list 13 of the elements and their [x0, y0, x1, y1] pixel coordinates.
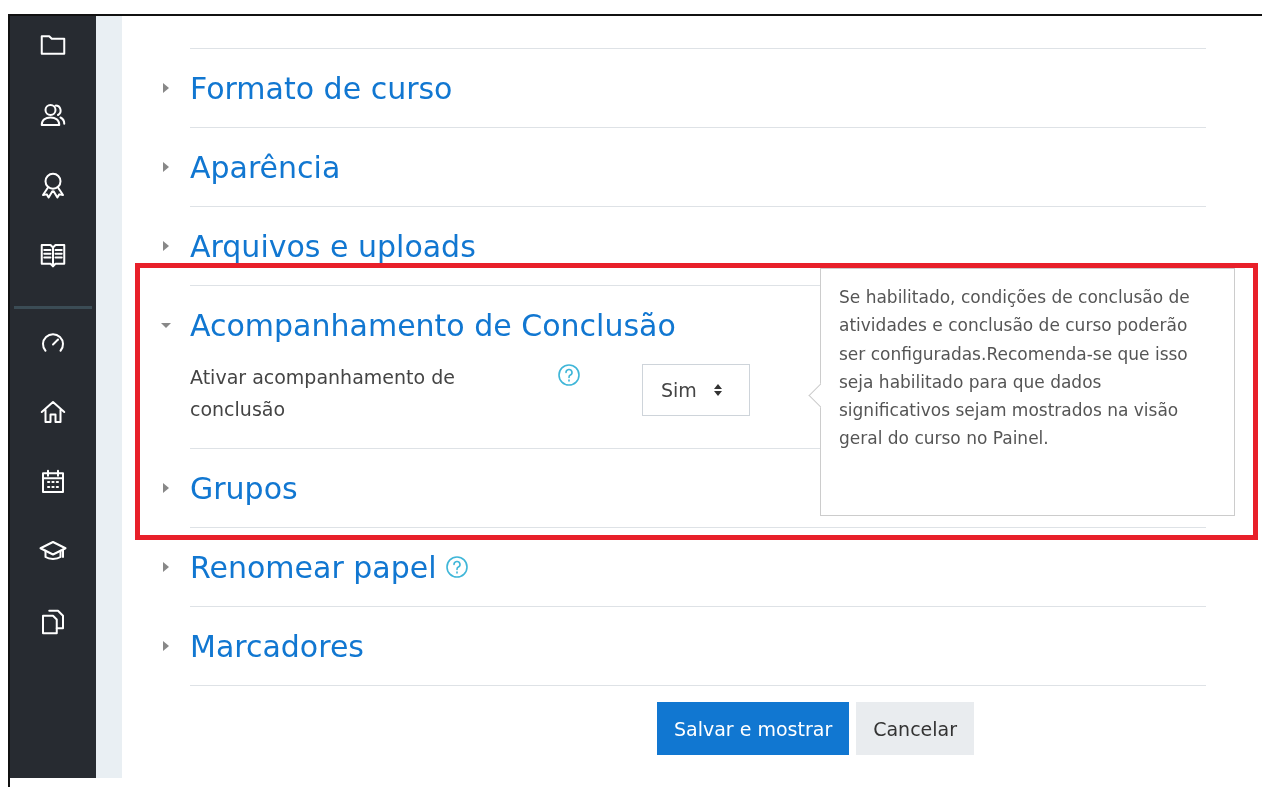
field-label: Ativar acompanhamento de conclusão — [190, 365, 456, 422]
section-title[interactable]: Marcadores — [190, 628, 364, 664]
save-button[interactable]: Salvar e mostrar — [657, 702, 850, 755]
section-title[interactable]: Arquivos e uploads — [190, 228, 476, 264]
section-title[interactable]: Grupos — [190, 470, 298, 506]
section-title[interactable]: Acompanhamento de Conclusão — [190, 307, 676, 343]
cancel-button[interactable]: Cancelar — [856, 702, 975, 755]
section-title[interactable]: Aparência — [190, 149, 341, 185]
tooltip-text: Se habilitado, condições de conclusão de atividades e conclusão de curso poderão ser configuradas.Recomenda-se que isso seja habilitado para que dados significativos sejam mostrados na visão geral do curso no Painel. — [839, 286, 1191, 451]
select-field[interactable]: Sim — [642, 364, 750, 416]
section-title[interactable]: Renomear papel — [190, 549, 437, 585]
section-title[interactable]: Formato de curso — [190, 70, 453, 106]
sort-arrows-icon — [712, 383, 723, 397]
